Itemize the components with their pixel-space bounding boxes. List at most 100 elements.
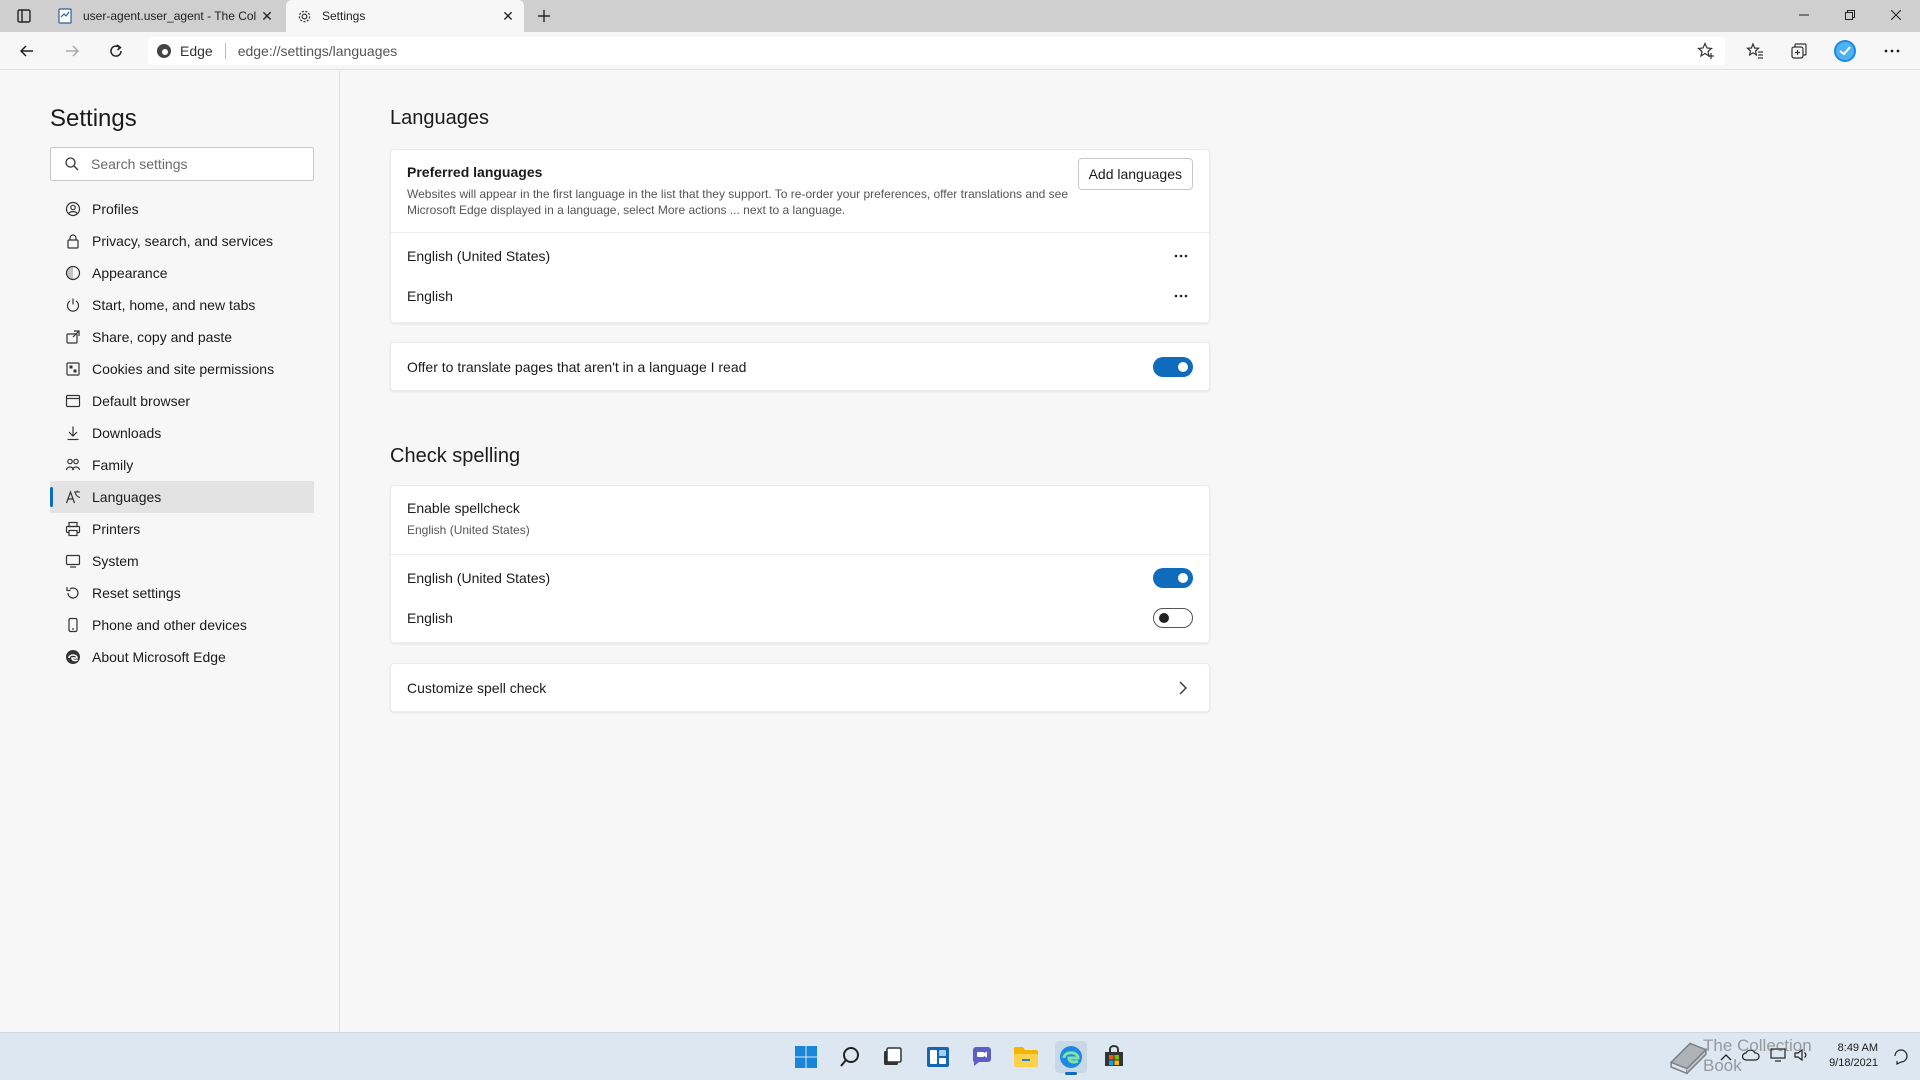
taskbar-search-button[interactable] bbox=[834, 1041, 866, 1073]
document-icon bbox=[57, 8, 73, 24]
sidebar-item-languages[interactable]: Languages bbox=[50, 481, 314, 513]
add-favorite-icon[interactable] bbox=[1697, 42, 1715, 63]
minimize-icon bbox=[1799, 14, 1809, 16]
file-explorer-button[interactable] bbox=[1010, 1041, 1042, 1073]
translate-toggle[interactable] bbox=[1153, 357, 1193, 377]
network-icon[interactable] bbox=[1770, 1047, 1786, 1067]
sidebar-item-label: Family bbox=[92, 457, 134, 473]
edge-icon bbox=[64, 648, 82, 666]
printer-icon bbox=[64, 520, 82, 538]
widgets-button[interactable] bbox=[922, 1041, 954, 1073]
sidebar-item-label: Start, home, and new tabs bbox=[92, 297, 256, 313]
widgets-icon bbox=[927, 1047, 949, 1067]
sidebar-item-label: Privacy, search, and services bbox=[92, 233, 274, 249]
divider bbox=[224, 43, 226, 59]
add-languages-button[interactable]: Add languages bbox=[1077, 158, 1193, 190]
language-name: English bbox=[407, 288, 453, 304]
plus-icon bbox=[538, 10, 550, 22]
sidebar-item-share[interactable]: Share, copy and paste bbox=[50, 321, 314, 353]
forward-button[interactable] bbox=[57, 37, 87, 65]
cloud-icon[interactable] bbox=[1741, 1048, 1760, 1066]
sidebar-item-start-home[interactable]: Start, home, and new tabs bbox=[50, 289, 314, 321]
chevron-up-icon[interactable] bbox=[1720, 1048, 1732, 1066]
refresh-icon bbox=[110, 44, 122, 57]
spell-lang-toggle-en-us[interactable] bbox=[1153, 568, 1193, 588]
enable-spellcheck-label: Enable spellcheck bbox=[407, 500, 520, 516]
sidebar-item-printers[interactable]: Printers bbox=[50, 513, 314, 545]
task-view-icon bbox=[884, 1047, 902, 1065]
url-text[interactable]: edge://settings/languages bbox=[238, 43, 398, 59]
search-input[interactable] bbox=[91, 156, 291, 172]
notifications-button[interactable] bbox=[1892, 1047, 1910, 1070]
tab-actions-button[interactable] bbox=[10, 4, 38, 28]
volume-icon[interactable] bbox=[1794, 1048, 1810, 1067]
more-actions-button[interactable] bbox=[1169, 284, 1193, 308]
gear-icon bbox=[296, 8, 312, 24]
edge-icon bbox=[1060, 1046, 1082, 1068]
tab-title: Settings bbox=[322, 9, 366, 23]
chat-icon bbox=[972, 1047, 991, 1066]
download-icon bbox=[64, 424, 82, 442]
language-row: English bbox=[407, 276, 1193, 316]
refresh-button[interactable] bbox=[101, 37, 131, 65]
close-window-button[interactable] bbox=[1873, 0, 1919, 30]
spell-lang-row: English bbox=[407, 598, 1193, 638]
back-button[interactable] bbox=[12, 37, 42, 65]
edge-taskbar-button[interactable] bbox=[1055, 1041, 1087, 1075]
title-bar: user-agent.user_agent - The Coll ✕ Setti… bbox=[0, 0, 1920, 32]
close-tab-icon[interactable]: ✕ bbox=[498, 6, 518, 26]
address-toolbar: Edge edge://settings/languages bbox=[0, 32, 1920, 70]
favorites-button[interactable] bbox=[1740, 37, 1770, 65]
translate-card: Offer to translate pages that aren't in … bbox=[390, 342, 1210, 391]
sidebar-item-label: System bbox=[92, 553, 139, 569]
more-actions-button[interactable] bbox=[1169, 244, 1193, 268]
sidebar-item-profiles[interactable]: Profiles bbox=[50, 193, 314, 225]
sidebar-item-label: Downloads bbox=[92, 425, 162, 441]
sidebar-item-default-browser[interactable]: Default browser bbox=[50, 385, 314, 417]
avatar-icon bbox=[1834, 40, 1856, 62]
sidebar-item-label: Share, copy and paste bbox=[92, 329, 233, 345]
tab-user-agent[interactable]: user-agent.user_agent - The Coll ✕ bbox=[47, 0, 283, 32]
taskbar: 8:49 AM 9/18/2021 bbox=[0, 1032, 1920, 1080]
sidebar-item-label: Default browser bbox=[92, 393, 191, 409]
divider bbox=[391, 554, 1209, 555]
tab-settings[interactable]: Settings ✕ bbox=[286, 0, 524, 32]
start-button[interactable] bbox=[790, 1041, 822, 1073]
profile-button[interactable] bbox=[1830, 37, 1860, 65]
spell-lang-toggle-en[interactable] bbox=[1153, 608, 1193, 628]
translate-row: Offer to translate pages that aren't in … bbox=[407, 343, 1193, 390]
sidebar-item-family[interactable]: Family bbox=[50, 449, 314, 481]
collections-button[interactable] bbox=[1784, 37, 1814, 65]
address-bar[interactable]: Edge edge://settings/languages bbox=[148, 37, 1725, 65]
close-tab-icon[interactable]: ✕ bbox=[257, 6, 277, 26]
search-box[interactable] bbox=[50, 147, 314, 181]
settings-more-button[interactable] bbox=[1877, 37, 1907, 65]
sidebar-item-reset[interactable]: Reset settings bbox=[50, 577, 314, 609]
restore-button[interactable] bbox=[1827, 0, 1873, 30]
store-button[interactable] bbox=[1098, 1041, 1130, 1073]
spellcheck-header: Enable spellcheck English (United States… bbox=[407, 500, 1193, 538]
language-row: English (United States) bbox=[407, 236, 1193, 276]
notification-icon bbox=[1894, 1049, 1908, 1065]
sidebar-item-appearance[interactable]: Appearance bbox=[50, 257, 314, 289]
sidebar-item-about[interactable]: About Microsoft Edge bbox=[50, 641, 314, 673]
minimize-button[interactable] bbox=[1781, 0, 1827, 30]
sidebar-item-privacy[interactable]: Privacy, search, and services bbox=[50, 225, 314, 257]
search-icon bbox=[65, 157, 79, 171]
sidebar-item-cookies[interactable]: Cookies and site permissions bbox=[50, 353, 314, 385]
phone-icon bbox=[64, 616, 82, 634]
tab-actions-icon bbox=[17, 9, 31, 23]
spellcheck-card: Enable spellcheck English (United States… bbox=[390, 485, 1210, 643]
chevron-right-icon bbox=[1175, 680, 1191, 696]
task-view-button[interactable] bbox=[876, 1041, 908, 1073]
sidebar-item-system[interactable]: System bbox=[50, 545, 314, 577]
taskbar-clock[interactable]: 8:49 AM 9/18/2021 bbox=[1829, 1041, 1878, 1071]
sidebar-item-phone[interactable]: Phone and other devices bbox=[50, 609, 314, 641]
sidebar-item-downloads[interactable]: Downloads bbox=[50, 417, 314, 449]
sidebar-item-label: Cookies and site permissions bbox=[92, 361, 275, 377]
sidebar-item-label: Printers bbox=[92, 521, 141, 537]
clock-time: 8:49 AM bbox=[1837, 1042, 1878, 1054]
new-tab-button[interactable] bbox=[532, 4, 556, 28]
customize-spellcheck-card[interactable]: Customize spell check bbox=[390, 663, 1210, 712]
chat-button[interactable] bbox=[966, 1041, 998, 1073]
